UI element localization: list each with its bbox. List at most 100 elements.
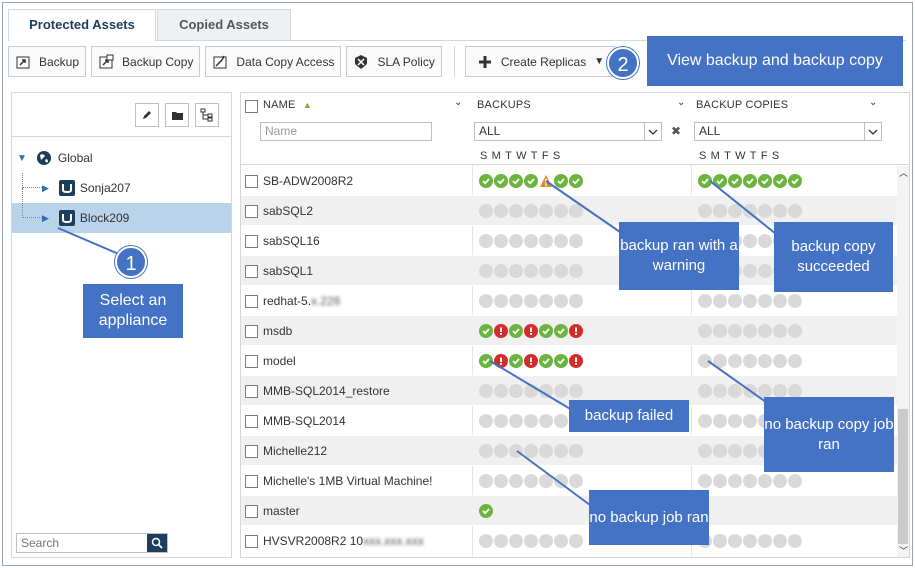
no-job-status-icon (743, 444, 757, 458)
success-status-icon[interactable] (494, 174, 508, 188)
row-checkbox[interactable] (245, 235, 258, 248)
success-status-icon[interactable] (713, 174, 727, 188)
success-status-icon[interactable] (788, 174, 802, 188)
table-row[interactable]: SB-ADW2008R2 (241, 166, 897, 196)
row-checkbox[interactable] (245, 535, 258, 548)
failure-status-icon[interactable] (494, 324, 508, 338)
scrollbar-thumb[interactable] (898, 409, 908, 544)
row-checkbox[interactable] (245, 445, 258, 458)
success-status-icon[interactable] (509, 354, 523, 368)
scroll-down-icon[interactable]: ﹀ (899, 544, 908, 557)
failure-status-icon[interactable] (524, 324, 538, 338)
step-2-badge: 2 (607, 47, 639, 79)
row-checkbox[interactable] (245, 295, 258, 308)
failure-status-icon[interactable] (569, 324, 583, 338)
success-status-icon[interactable] (524, 174, 538, 188)
table-row[interactable]: msdb (241, 316, 897, 346)
success-status-icon[interactable] (743, 174, 757, 188)
success-status-icon[interactable] (554, 354, 568, 368)
no-job-status-icon (743, 384, 757, 398)
folder-button[interactable] (165, 103, 189, 127)
copies-filter-select[interactable]: ALL (694, 122, 882, 141)
copies-day-header: SMTWTFS (699, 150, 784, 162)
success-status-icon[interactable] (479, 504, 493, 518)
no-job-status-icon (479, 474, 493, 488)
success-status-icon[interactable] (539, 324, 553, 338)
success-status-icon[interactable] (758, 174, 772, 188)
sla-policy-button[interactable]: SLA Policy (346, 46, 442, 77)
success-status-icon[interactable] (479, 324, 493, 338)
data-copy-access-label: Data Copy Access (236, 54, 335, 69)
backups-column-menu-icon[interactable]: ⌄ (677, 97, 685, 108)
success-status-icon[interactable] (509, 324, 523, 338)
hierarchy-button[interactable] (195, 103, 219, 127)
vertical-scrollbar[interactable]: ︿ ﹀ (897, 166, 909, 557)
failure-status-icon[interactable] (569, 354, 583, 368)
no-job-status-icon (713, 444, 727, 458)
failure-status-icon[interactable] (494, 354, 508, 368)
name-column-header[interactable]: NAME ▲ (263, 99, 312, 111)
name-column-menu-icon[interactable]: ⌄ (454, 97, 462, 108)
row-checkbox[interactable] (245, 325, 258, 338)
row-checkbox[interactable] (245, 175, 258, 188)
no-job-status-icon (554, 294, 568, 308)
row-checkbox[interactable] (245, 415, 258, 428)
clear-filter-icon[interactable]: ✖ (671, 124, 681, 138)
name-filter-input[interactable]: Name (260, 122, 432, 141)
tree-node-block209[interactable]: ▶ Block209 (12, 188, 231, 233)
backup-copy-status-strip (698, 294, 802, 308)
no-job-status-icon (509, 384, 523, 398)
scroll-up-icon[interactable]: ︿ (899, 166, 908, 179)
success-status-icon[interactable] (569, 174, 583, 188)
table-row[interactable]: model (241, 346, 897, 376)
tree-node-sonja207[interactable]: ▶ Sonja207 (12, 173, 231, 203)
row-checkbox[interactable] (245, 385, 258, 398)
search-input[interactable] (17, 534, 147, 552)
no-job-status-icon (773, 384, 787, 398)
success-status-icon[interactable] (554, 174, 568, 188)
backup-copy-status-strip (698, 354, 802, 368)
data-copy-access-button[interactable]: Data Copy Access (205, 46, 342, 77)
row-checkbox[interactable] (245, 265, 258, 278)
success-status-icon[interactable] (539, 354, 553, 368)
row-checkbox[interactable] (245, 205, 258, 218)
no-job-status-icon (743, 474, 757, 488)
success-status-icon[interactable] (554, 324, 568, 338)
step-1-callout: Select an appliance (83, 284, 183, 338)
backups-column-header[interactable]: BACKUPS (477, 99, 531, 111)
copies-column-menu-icon[interactable]: ⌄ (869, 97, 877, 108)
tab-protected-assets[interactable]: Protected Assets (8, 9, 156, 41)
backup-button[interactable]: Backup (8, 46, 87, 77)
table-row[interactable]: master (241, 496, 897, 526)
table-row[interactable]: HVSVR2008R2 10xxx.xxx.xxx (241, 526, 897, 556)
no-job-status-icon (479, 414, 493, 428)
failure-status-icon[interactable] (524, 354, 538, 368)
success-status-icon[interactable] (479, 174, 493, 188)
backup-copy-button[interactable]: Backup Copy (91, 46, 201, 77)
asset-name: Michelle212 (263, 444, 327, 458)
warning-status-icon[interactable] (539, 174, 553, 188)
asset-name: msdb (263, 324, 292, 338)
backup-status-strip (479, 264, 583, 278)
search-button[interactable] (147, 534, 167, 552)
backups-filter-select[interactable]: ALL (474, 122, 662, 141)
no-job-status-icon (494, 234, 508, 248)
success-status-icon[interactable] (698, 174, 712, 188)
no-job-status-icon (728, 294, 742, 308)
edit-button[interactable] (135, 103, 159, 127)
row-checkbox[interactable] (245, 355, 258, 368)
tab-copied-assets[interactable]: Copied Assets (157, 9, 291, 41)
backup-status-strip (479, 204, 583, 218)
tree-node-global[interactable]: ▼ Global (12, 143, 231, 173)
no-job-status-icon (758, 324, 772, 338)
success-status-icon[interactable] (509, 174, 523, 188)
row-checkbox[interactable] (245, 475, 258, 488)
success-status-icon[interactable] (728, 174, 742, 188)
select-all-checkbox[interactable] (245, 100, 258, 113)
no-job-status-icon (479, 264, 493, 278)
create-replicas-button[interactable]: Create Replicas ▼ (464, 46, 616, 77)
row-checkbox[interactable] (245, 505, 258, 518)
success-status-icon[interactable] (773, 174, 787, 188)
backup-copies-column-header[interactable]: BACKUP COPIES (696, 99, 788, 111)
success-status-icon[interactable] (479, 354, 493, 368)
